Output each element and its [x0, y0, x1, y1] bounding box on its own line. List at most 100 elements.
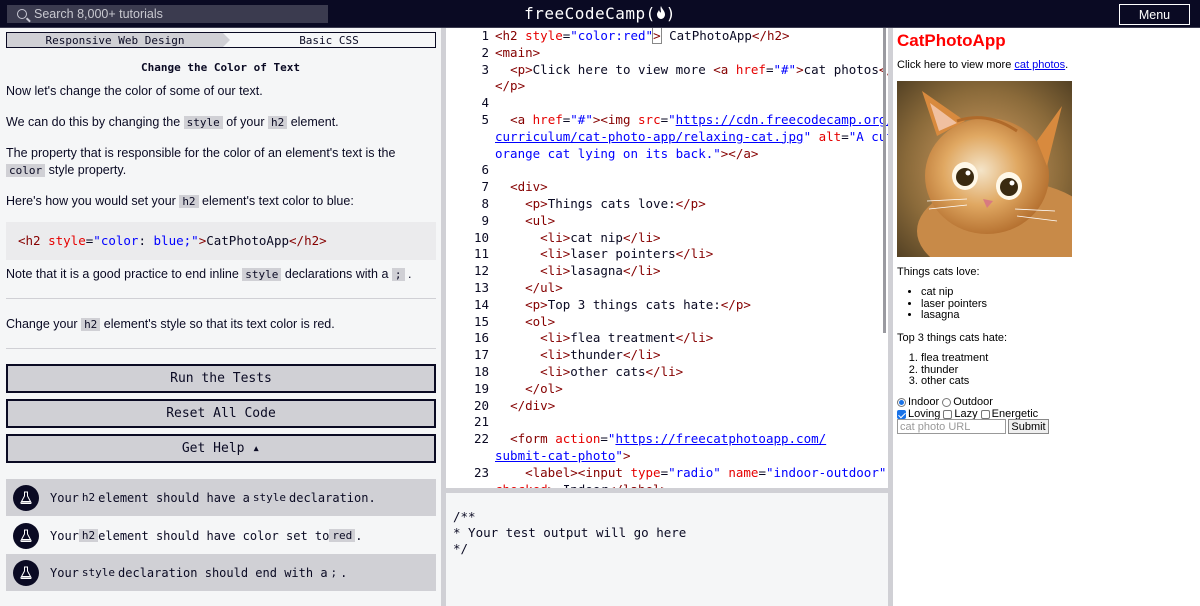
- preview-pane: CatPhotoApp Click here to view more cat …: [893, 28, 1200, 606]
- hate-list: flea treatment thunder other cats: [921, 352, 988, 388]
- text: Click here to view more: [897, 59, 1015, 71]
- text: style property.: [45, 163, 127, 177]
- search-bar[interactable]: [7, 5, 328, 23]
- code-token: color: [100, 233, 139, 248]
- text: .: [355, 528, 363, 543]
- list-item: cat nip: [921, 286, 987, 299]
- radio-label: Outdoor: [953, 396, 993, 408]
- menu-button[interactable]: Menu: [1119, 4, 1190, 25]
- line-number: 14: [473, 296, 489, 312]
- search-icon: [17, 9, 27, 19]
- cat-form: Indoor Outdoor Loving Lazy Energetic: [897, 396, 1038, 420]
- code-line: <div>: [510, 179, 548, 195]
- beaker-icon: [13, 484, 39, 511]
- code-line: <li>cat nip</li>: [540, 229, 661, 245]
- beaker-icon: [13, 522, 39, 549]
- text: We can do this by changing the: [6, 115, 184, 129]
- code-token: CatPhotoApp: [206, 233, 290, 248]
- text: Your: [50, 490, 79, 505]
- line-number: 1: [481, 28, 489, 43]
- inline-code: ;: [327, 566, 341, 579]
- code-line: <label><input type="radio" name="indoor-…: [525, 464, 887, 480]
- test-output-console: /** * Your test output will go here */: [446, 493, 888, 606]
- line-number: 5: [481, 112, 489, 127]
- text: .: [340, 565, 348, 580]
- breadcrumb-superblock-label: Responsive Web Design: [45, 33, 185, 47]
- desc-paragraph-3: The property that is responsible for the…: [6, 145, 436, 179]
- radio-outdoor[interactable]: [942, 397, 952, 407]
- top-nav: freeCodeCamp() Menu: [0, 0, 1200, 28]
- breadcrumb-superblock[interactable]: Responsive Web Design: [7, 33, 230, 47]
- text: element should have a: [98, 490, 250, 505]
- code-token: blue: [153, 233, 184, 248]
- run-tests-button[interactable]: Run the Tests: [6, 364, 436, 393]
- checkbox-lazy[interactable]: [943, 409, 953, 419]
- line-number: 10: [473, 229, 489, 245]
- code-line: <p>Top 3 things cats hate:</p>: [525, 296, 751, 312]
- cat-photos-link[interactable]: cat photos: [1014, 59, 1065, 71]
- line-number: 22: [473, 431, 489, 447]
- breadcrumb-block[interactable]: Basic CSS: [223, 33, 435, 47]
- preview-intro: Click here to view more cat photos.: [897, 59, 1068, 71]
- text: Your: [50, 565, 79, 580]
- code-line: <li>thunder</li>: [540, 347, 661, 363]
- text: Change your: [6, 317, 82, 331]
- cat-photo[interactable]: [897, 81, 1072, 257]
- beaker-icon: [13, 559, 39, 586]
- divider: [6, 298, 436, 299]
- line-number: 21: [473, 414, 489, 430]
- inline-code: ;: [391, 268, 405, 281]
- list-item: flea treatment: [921, 352, 988, 365]
- challenge-description: Now let's change the color of some of ou…: [6, 83, 436, 224]
- text: declaration should end with a: [118, 565, 328, 580]
- code-token: :: [138, 233, 154, 248]
- preview-hate-heading: Top 3 things cats hate:: [897, 332, 1008, 344]
- code-editor[interactable]: 1 2 3 4 5 6 7 8 9 10 11 12 13 14 15 16 17 18 19 20 21 22 23 <h…: [446, 28, 888, 488]
- inline-code: h2: [81, 318, 101, 331]
- code-line: <ul>: [525, 212, 556, 228]
- desc-paragraph-4: Here's how you would set your h2 element…: [6, 193, 436, 210]
- console-line: /**: [453, 509, 476, 524]
- text: declarations with a: [281, 267, 392, 281]
- desc-paragraph-1: Now let's change the color of some of ou…: [6, 84, 263, 98]
- checkbox-energetic[interactable]: [980, 409, 990, 419]
- console-line: */: [453, 541, 469, 556]
- line-number: 15: [473, 313, 489, 329]
- love-list: cat nip laser pointers lasagna: [921, 286, 987, 322]
- code-token: ;": [183, 233, 199, 248]
- text: Here's how you would set your: [6, 194, 180, 208]
- challenge-title: Change the Color of Text: [141, 61, 300, 74]
- line-number: 8: [481, 196, 489, 211]
- inline-code: color: [6, 164, 46, 177]
- test-item: Your style declaration should end with a…: [6, 554, 436, 591]
- cat-photo-url-input[interactable]: [897, 419, 1006, 434]
- editor-scrollbar[interactable]: [883, 28, 886, 333]
- code-token: <h2: [18, 233, 49, 248]
- inline-code: h2: [78, 529, 99, 542]
- inline-code: red: [329, 529, 356, 542]
- line-number: 11: [473, 246, 489, 262]
- inline-code: style: [78, 566, 119, 579]
- text: .: [404, 267, 412, 281]
- code-line: <li>laser pointers</li>: [540, 246, 714, 262]
- preview-title: CatPhotoApp: [897, 31, 1006, 50]
- search-input[interactable]: [34, 7, 314, 21]
- text: Your: [50, 528, 79, 543]
- line-number: 23: [473, 464, 489, 480]
- text: The property that is responsible for the…: [6, 146, 396, 160]
- get-help-button[interactable]: Get Help ▴: [6, 434, 436, 463]
- code-line: </div>: [510, 397, 556, 413]
- code-line: orange cat lying on its back."></a>: [495, 145, 759, 161]
- line-number: 9: [481, 212, 489, 228]
- reset-code-button[interactable]: Reset All Code: [6, 399, 436, 428]
- submit-button[interactable]: Submit: [1008, 419, 1049, 434]
- radio-indoor[interactable]: [897, 397, 906, 407]
- logo-text-close: ): [665, 4, 676, 23]
- preview-love-heading: Things cats love:: [897, 266, 980, 278]
- line-number: 13: [473, 280, 489, 295]
- text: declaration.: [289, 490, 376, 505]
- inline-code: h2: [78, 491, 99, 504]
- inline-code: style: [242, 268, 282, 281]
- line-number: 3: [481, 61, 489, 77]
- checkbox-loving[interactable]: [897, 409, 906, 419]
